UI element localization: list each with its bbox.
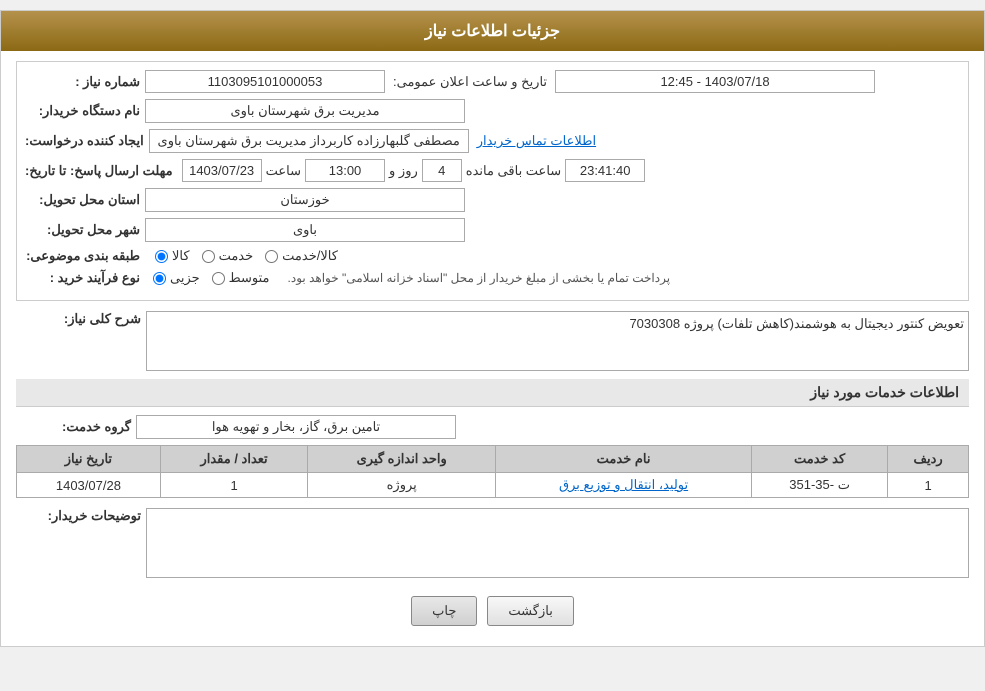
deadline-row: 23:41:40 ساعت باقی مانده 4 روز و 13:00 س… (25, 159, 960, 182)
city-row: باوی شهر محل تحویل: (25, 218, 960, 242)
need-number-row: 1403/07/18 - 12:45 تاریخ و ساعت اعلان عم… (25, 70, 960, 93)
buyer-desc-box (146, 508, 969, 578)
purchase-type-label: نوع فرآیند خرید : (25, 270, 145, 286)
purchase-medium-label: متوسط (229, 270, 270, 286)
category-radio-group: کالا/خدمت خدمت کالا (155, 248, 338, 264)
col-date: تاریخ نیاز (17, 446, 161, 473)
col-quantity: تعداد / مقدار (160, 446, 308, 473)
category-row: کالا/خدمت خدمت کالا طبقه بندی موضوعی: (25, 248, 960, 264)
deadline-date-value: 1403/07/23 (182, 159, 262, 182)
category-service-radio[interactable] (202, 250, 215, 263)
province-label: استان محل تحویل: (25, 192, 145, 208)
contact-link[interactable]: اطلاعات تماس خریدار (477, 133, 596, 149)
purchase-medium-option[interactable]: متوسط (212, 270, 270, 286)
need-number-value: 1103095101000053 (145, 70, 385, 93)
purchase-partial-label: جزیی (170, 270, 200, 286)
requester-label: ایجاد کننده درخواست: (25, 133, 149, 149)
cell-row-num: 1 (888, 473, 969, 498)
buyer-org-row: مدیریت برق شهرستان باوی نام دستگاه خریدا… (25, 99, 960, 123)
category-goods-label: کالا (172, 248, 190, 264)
city-value: باوی (145, 218, 465, 242)
category-goods-service-option[interactable]: کالا/خدمت (265, 248, 338, 264)
need-description-row: تعویض کنتور دیجیتال به هوشمند(کاهش تلفات… (16, 311, 969, 371)
purchase-partial-option[interactable]: جزیی (153, 270, 200, 286)
requester-value: مصطفی گلبهارزاده کاربرداز مدیریت برق شهر… (149, 129, 469, 153)
services-section-title: اطلاعات خدمات مورد نیاز (16, 379, 969, 407)
deadline-days-value: 4 (422, 159, 462, 182)
purchase-partial-radio[interactable] (153, 272, 166, 285)
category-goods-radio[interactable] (155, 250, 168, 263)
category-goods-service-radio[interactable] (265, 250, 278, 263)
cell-service-name[interactable]: تولید، انتقال و توزیع برق (496, 473, 752, 498)
buyer-org-label: نام دستگاه خریدار: (25, 103, 145, 119)
need-number-label: شماره نیاز : (25, 74, 145, 90)
buyer-comment-label: توضیحات خریدار: (16, 508, 146, 524)
back-button[interactable]: بازگشت (487, 596, 573, 626)
buyer-desc-row: توضیحات خریدار: (16, 508, 969, 578)
deadline-time-label: ساعت (266, 163, 301, 179)
category-goods-option[interactable]: کالا (155, 248, 190, 264)
service-group-value: تامین برق، گاز، بخار و تهویه هوا (136, 415, 456, 439)
need-description-label: شرح کلی نیاز: (16, 311, 146, 327)
purchase-type-radio-group: متوسط جزیی (153, 270, 270, 286)
deadline-time-value: 13:00 (305, 159, 385, 182)
main-form: 1403/07/18 - 12:45 تاریخ و ساعت اعلان عم… (16, 61, 969, 301)
deadline-remaining-label: ساعت باقی مانده (466, 163, 561, 179)
purchase-medium-radio[interactable] (212, 272, 225, 285)
service-group-row: تامین برق، گاز، بخار و تهویه هوا گروه خد… (16, 415, 969, 439)
province-row: خوزستان استان محل تحویل: (25, 188, 960, 212)
deadline-remaining-value: 23:41:40 (565, 159, 645, 182)
cell-service-code: ت -35-351 (752, 473, 888, 498)
need-description-box: تعویض کنتور دیجیتال به هوشمند(کاهش تلفات… (146, 311, 969, 371)
col-row-num: ردیف (888, 446, 969, 473)
table-row: 1 ت -35-351 تولید، انتقال و توزیع برق پر… (17, 473, 969, 498)
cell-date: 1403/07/28 (17, 473, 161, 498)
deadline-label: مهلت ارسال پاسخ: تا تاریخ: (25, 163, 178, 179)
table-header-row: ردیف کد خدمت نام خدمت واحد اندازه گیری ت… (17, 446, 969, 473)
cell-quantity: 1 (160, 473, 308, 498)
announce-date-value: 1403/07/18 - 12:45 (555, 70, 875, 93)
buyer-org-value: مدیریت برق شهرستان باوی (145, 99, 465, 123)
category-label: طبقه بندی موضوعی: (25, 248, 145, 264)
col-unit: واحد اندازه گیری (308, 446, 496, 473)
city-label: شهر محل تحویل: (25, 222, 145, 238)
category-goods-service-label: کالا/خدمت (282, 248, 338, 264)
cell-unit: پروژه (308, 473, 496, 498)
need-description-value: تعویض کنتور دیجیتال به هوشمند(کاهش تلفات… (629, 316, 964, 331)
col-service-code: کد خدمت (752, 446, 888, 473)
col-service-name: نام خدمت (496, 446, 752, 473)
page-header: جزئیات اطلاعات نیاز (1, 11, 984, 51)
purchase-type-row: پرداخت تمام یا بخشی از مبلغ خریدار از مح… (25, 270, 960, 286)
purchase-desc: پرداخت تمام یا بخشی از مبلغ خریدار از مح… (288, 271, 671, 285)
province-value: خوزستان (145, 188, 465, 212)
page-title: جزئیات اطلاعات نیاز (425, 23, 560, 40)
announce-date-label: تاریخ و ساعت اعلان عمومی: (393, 74, 547, 90)
service-table: ردیف کد خدمت نام خدمت واحد اندازه گیری ت… (16, 445, 969, 498)
print-button[interactable]: چاپ (411, 596, 477, 626)
button-row: بازگشت چاپ (16, 586, 969, 636)
requester-row: اطلاعات تماس خریدار مصطفی گلبهارزاده کار… (25, 129, 960, 153)
service-group-label: گروه خدمت: (16, 419, 136, 435)
deadline-days-label: روز و (389, 163, 418, 179)
category-service-option[interactable]: خدمت (202, 248, 254, 264)
category-service-label: خدمت (219, 248, 254, 264)
